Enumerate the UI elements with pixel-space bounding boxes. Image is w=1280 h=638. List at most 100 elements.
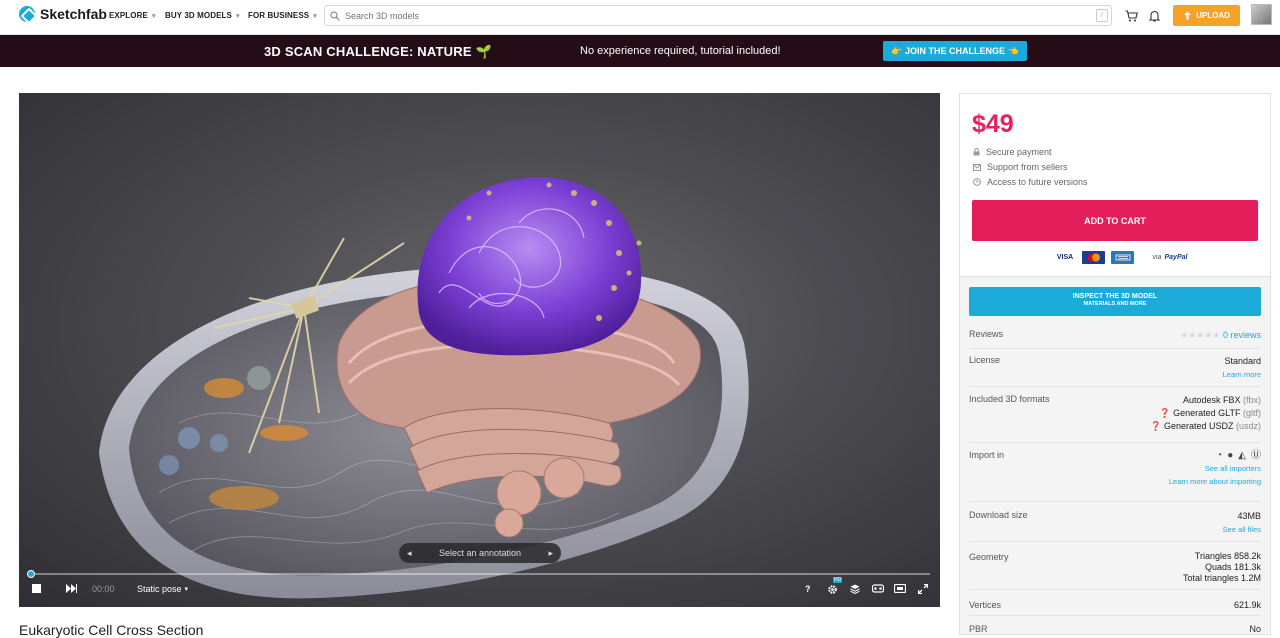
- license-label: License: [969, 355, 1001, 365]
- reviews-label: Reviews: [969, 329, 1004, 339]
- fullscreen-button[interactable]: [918, 584, 928, 594]
- search-shortcut-hint: /: [1096, 9, 1108, 22]
- settings-button[interactable]: HD: [827, 577, 843, 595]
- inspect-sublabel: MATERIALS AND MORE: [1083, 301, 1147, 307]
- geometry-triangles: Triangles 858.2k: [1194, 551, 1261, 561]
- geometry-values: Triangles 858.2k Quads 181.3k Total tria…: [1183, 551, 1261, 584]
- banner-subtitle: No experience required, tutorial include…: [580, 45, 781, 57]
- formats-list: Autodesk FBX (fbx) ❓ Generated GLTF (glt…: [1150, 394, 1261, 433]
- next-frame-button[interactable]: [66, 584, 77, 593]
- pose-selector[interactable]: Static pose ▾: [137, 584, 188, 594]
- mail-icon: [973, 163, 981, 171]
- 3d-model-viewer[interactable]: ◂ Select an annotation ▸ 00:00 Static po…: [19, 93, 940, 607]
- sketchfab-logo[interactable]: Sketchfab: [19, 6, 107, 22]
- reviews-row: Reviews ★★★★★ 0 reviews: [969, 327, 1261, 349]
- vertices-row: Vertices 621.9k: [969, 590, 1261, 616]
- vertices-label: Vertices: [969, 600, 1002, 610]
- stop-icon: [32, 584, 41, 593]
- info-icon[interactable]: ❓: [1150, 421, 1161, 431]
- license-row: License Standard Learn more: [969, 349, 1261, 387]
- perk-label: Access to future versions: [987, 177, 1088, 187]
- annotation-selector[interactable]: ◂ Select an annotation ▸: [399, 543, 561, 563]
- reviews-link[interactable]: 0 reviews: [1223, 330, 1261, 340]
- license-learn-more-link[interactable]: Learn more: [1223, 370, 1261, 379]
- import-label: Import in: [969, 450, 1005, 460]
- upload-button[interactable]: UPLOAD: [1173, 5, 1240, 26]
- format-gltf: Generated GLTF: [1173, 408, 1241, 418]
- search-box: /: [324, 5, 1112, 26]
- logo-text: Sketchfab: [40, 6, 107, 22]
- vr-button[interactable]: [872, 584, 884, 593]
- inspect-model-button[interactable]: INSPECT THE 3D MODEL MATERIALS AND MORE: [969, 287, 1261, 316]
- price-box: $49 Secure payment Support from sellers …: [960, 94, 1270, 277]
- challenge-banner: 3D SCAN CHALLENGE: NATURE 🌱 No experienc…: [0, 35, 1280, 67]
- top-navigation: Sketchfab EXPLORE ▾ BUY 3D MODELS ▾ FOR BU…: [0, 0, 1280, 35]
- join-challenge-button[interactable]: 👉 JOIN THE CHALLENGE 👈: [883, 41, 1027, 61]
- geometry-label: Geometry: [969, 552, 1009, 562]
- unreal-icon[interactable]: Ⓤ: [1251, 449, 1261, 462]
- add-to-cart-label: ADD TO CART: [1084, 215, 1146, 226]
- user-avatar[interactable]: [1251, 4, 1272, 25]
- import-row: Import in ◔ ● ◭ Ⓤ See all importers Lear…: [969, 443, 1261, 502]
- paypal-logo: via PayPal: [1140, 251, 1200, 264]
- nav-buy-3d-models[interactable]: BUY 3D MODELS ▾: [165, 11, 240, 20]
- notifications-button[interactable]: [1146, 8, 1162, 24]
- download-size-row: Download size 43MB See all files: [969, 502, 1261, 542]
- see-all-importers-link[interactable]: See all importers: [1205, 464, 1261, 473]
- license-value: Standard Learn more: [1223, 355, 1261, 381]
- banner-title: 3D SCAN CHALLENGE: NATURE 🌱: [264, 44, 492, 59]
- purchase-sidebar: $49 Secure payment Support from sellers …: [959, 93, 1271, 635]
- paypal-text: PayPal: [1164, 254, 1188, 261]
- learn-importing-link[interactable]: Learn more about importing: [1169, 477, 1261, 486]
- search-icon: [330, 10, 340, 21]
- nav-explore-label: EXPLORE: [109, 11, 148, 20]
- pbr-value: No: [1249, 624, 1261, 634]
- mastercard-icon: [1087, 253, 1100, 262]
- perk-future-versions: Access to future versions: [973, 177, 1088, 187]
- cart-button[interactable]: [1123, 8, 1139, 24]
- hd-badge: HD: [833, 577, 843, 583]
- animation-timeline[interactable]: [27, 570, 930, 578]
- blender-icon[interactable]: ◔: [1216, 449, 1222, 462]
- info-icon[interactable]: ❓: [1159, 408, 1170, 418]
- join-challenge-label: 👉 JOIN THE CHALLENGE 👈: [891, 45, 1019, 56]
- clock-icon: [973, 178, 981, 186]
- unity-icon[interactable]: ◭: [1238, 449, 1246, 462]
- gear-icon: [828, 585, 837, 594]
- sketchfab-logo-icon: [19, 6, 35, 22]
- format-usdz-ext: (usdz): [1235, 421, 1261, 431]
- download-size-value: 43MB See all files: [1223, 510, 1261, 536]
- theater-icon: [894, 584, 906, 593]
- chevron-left-icon[interactable]: ◂: [407, 548, 412, 559]
- format-usdz: Generated USDZ: [1163, 421, 1234, 431]
- format-fbx-ext: (fbx): [1243, 395, 1261, 405]
- nav-explore[interactable]: EXPLORE ▾: [109, 11, 156, 20]
- chevron-right-icon[interactable]: ▸: [548, 548, 553, 559]
- formats-row: Included 3D formats Autodesk FBX (fbx) ❓…: [969, 387, 1261, 443]
- time-display: 00:00: [92, 584, 115, 594]
- layers-button[interactable]: [850, 584, 860, 594]
- mastercard-logo: [1082, 251, 1105, 264]
- help-button[interactable]: ?: [805, 584, 811, 594]
- vertices-value: 621.9k: [1233, 600, 1261, 610]
- inspect-label: INSPECT THE 3D MODEL: [1072, 293, 1158, 300]
- visa-logo: VISA: [1052, 251, 1078, 264]
- nav-for-business[interactable]: FOR BUSINESS ▾: [248, 11, 317, 20]
- add-to-cart-button[interactable]: ADD TO CART: [972, 200, 1258, 241]
- chevron-down-icon: ▾: [313, 12, 317, 20]
- license-type: Standard: [1224, 356, 1261, 366]
- timeline-scrubber[interactable]: [27, 570, 35, 578]
- perk-label: Secure payment: [986, 147, 1052, 157]
- search-input[interactable]: [345, 10, 1085, 21]
- see-all-files-link[interactable]: See all files: [1223, 525, 1261, 534]
- cart-icon: [1125, 10, 1138, 22]
- annotation-label: Select an annotation: [438, 548, 522, 558]
- nav-buy-label: BUY 3D MODELS: [165, 11, 232, 20]
- stop-button[interactable]: [32, 584, 41, 593]
- cinema4d-icon[interactable]: ●: [1227, 449, 1233, 462]
- lock-icon: [973, 148, 980, 156]
- via-text: via: [1152, 254, 1162, 261]
- chevron-down-icon: ▾: [151, 12, 156, 20]
- reviews-value[interactable]: ★★★★★ 0 reviews: [1180, 329, 1261, 342]
- theater-mode-button[interactable]: [894, 584, 906, 593]
